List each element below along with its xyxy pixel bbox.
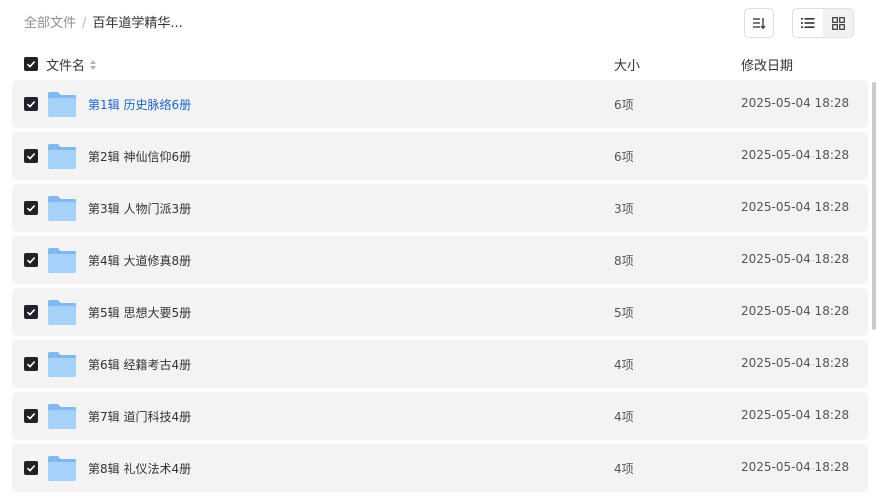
select-all-checkbox[interactable]: [24, 57, 38, 71]
item-count: 4项: [614, 410, 634, 424]
file-list: 第1辑 历史脉络6册 6项 2025-05-04 18:28 第2辑 神仙信仰6…: [12, 80, 868, 496]
item-count: 6项: [614, 98, 634, 112]
breadcrumb-root[interactable]: 全部文件: [24, 16, 76, 31]
table-row[interactable]: 第6辑 经籍考古4册 4项 2025-05-04 18:28: [12, 340, 868, 388]
file-name-link[interactable]: 第5辑 思想大要5册: [88, 304, 191, 321]
check-icon: [26, 257, 36, 264]
modified-date: 2025-05-04 18:28: [741, 304, 850, 318]
breadcrumb-separator: /: [82, 16, 87, 31]
grid-view-button[interactable]: [823, 9, 853, 37]
file-name-link[interactable]: 第2辑 神仙信仰6册: [88, 148, 191, 165]
row-checkbox[interactable]: [24, 357, 38, 371]
check-icon: [26, 61, 36, 68]
file-name-link[interactable]: 第1辑 历史脉络6册: [88, 96, 191, 113]
folder-icon: [48, 144, 76, 169]
table-row[interactable]: 第3辑 人物门派3册 3项 2025-05-04 18:28: [12, 184, 868, 232]
modified-date: 2025-05-04 18:28: [741, 356, 850, 370]
modified-date: 2025-05-04 18:28: [741, 148, 850, 162]
check-icon: [26, 465, 36, 472]
folder-icon: [48, 248, 76, 273]
list-view-icon: [801, 18, 815, 28]
check-icon: [26, 205, 36, 212]
grid-view-icon: [831, 16, 845, 30]
row-checkbox[interactable]: [24, 201, 38, 215]
item-count: 6项: [614, 150, 634, 164]
breadcrumb: 全部文件 / 百年道学精华...: [24, 15, 183, 33]
file-name-link[interactable]: 第7辑 道门科技4册: [88, 408, 191, 425]
name-column-label: 文件名: [46, 59, 86, 74]
table-row[interactable]: 第7辑 道门科技4册 4项 2025-05-04 18:28: [12, 392, 868, 440]
table-row[interactable]: 第5辑 思想大要5册 5项 2025-05-04 18:28: [12, 288, 868, 336]
check-icon: [26, 309, 36, 316]
date-column-header[interactable]: 修改日期: [741, 55, 793, 74]
row-checkbox[interactable]: [24, 253, 38, 267]
item-count: 4项: [614, 462, 634, 476]
item-count: 3项: [614, 202, 634, 216]
table-header: 文件名 大小 修改日期: [0, 52, 878, 76]
folder-icon: [48, 404, 76, 429]
top-bar: 全部文件 / 百年道学精华...: [0, 0, 878, 48]
check-icon: [26, 361, 36, 368]
table-row[interactable]: 第2辑 神仙信仰6册 6项 2025-05-04 18:28: [12, 132, 868, 180]
row-checkbox[interactable]: [24, 409, 38, 423]
item-count: 5项: [614, 306, 634, 320]
modified-date: 2025-05-04 18:28: [741, 460, 850, 474]
modified-date: 2025-05-04 18:28: [741, 200, 850, 214]
file-name-link[interactable]: 第4辑 大道修真8册: [88, 252, 191, 269]
check-icon: [26, 413, 36, 420]
modified-date: 2025-05-04 18:28: [741, 408, 850, 422]
scrollbar[interactable]: [872, 82, 876, 330]
table-row[interactable]: 第8辑 礼仪法术4册 4项 2025-05-04 18:28: [12, 444, 868, 492]
size-column-header[interactable]: 大小: [614, 55, 640, 74]
file-name-link[interactable]: 第6辑 经籍考古4册: [88, 356, 191, 373]
check-icon: [26, 153, 36, 160]
list-view-button[interactable]: [793, 9, 823, 37]
item-count: 8项: [614, 254, 634, 268]
row-checkbox[interactable]: [24, 305, 38, 319]
breadcrumb-current: 百年道学精华...: [92, 16, 183, 31]
file-name-link[interactable]: 第3辑 人物门派3册: [88, 200, 191, 217]
sort-toggle-icon: [90, 59, 97, 70]
file-name-link[interactable]: 第8辑 礼仪法术4册: [88, 460, 191, 477]
folder-icon: [48, 92, 76, 117]
sort-icon: [753, 18, 766, 30]
folder-icon: [48, 352, 76, 377]
folder-icon: [48, 300, 76, 325]
row-checkbox[interactable]: [24, 97, 38, 111]
view-toggle: [792, 8, 854, 38]
folder-icon: [48, 456, 76, 481]
check-icon: [26, 101, 36, 108]
table-row[interactable]: 第4辑 大道修真8册 8项 2025-05-04 18:28: [12, 236, 868, 284]
row-checkbox[interactable]: [24, 149, 38, 163]
name-column-header[interactable]: 文件名: [46, 55, 97, 74]
row-checkbox[interactable]: [24, 461, 38, 475]
table-row[interactable]: 第1辑 历史脉络6册 6项 2025-05-04 18:28: [12, 80, 868, 128]
folder-icon: [48, 196, 76, 221]
item-count: 4项: [614, 358, 634, 372]
modified-date: 2025-05-04 18:28: [741, 252, 850, 266]
sort-button[interactable]: [744, 8, 774, 38]
modified-date: 2025-05-04 18:28: [741, 96, 850, 110]
